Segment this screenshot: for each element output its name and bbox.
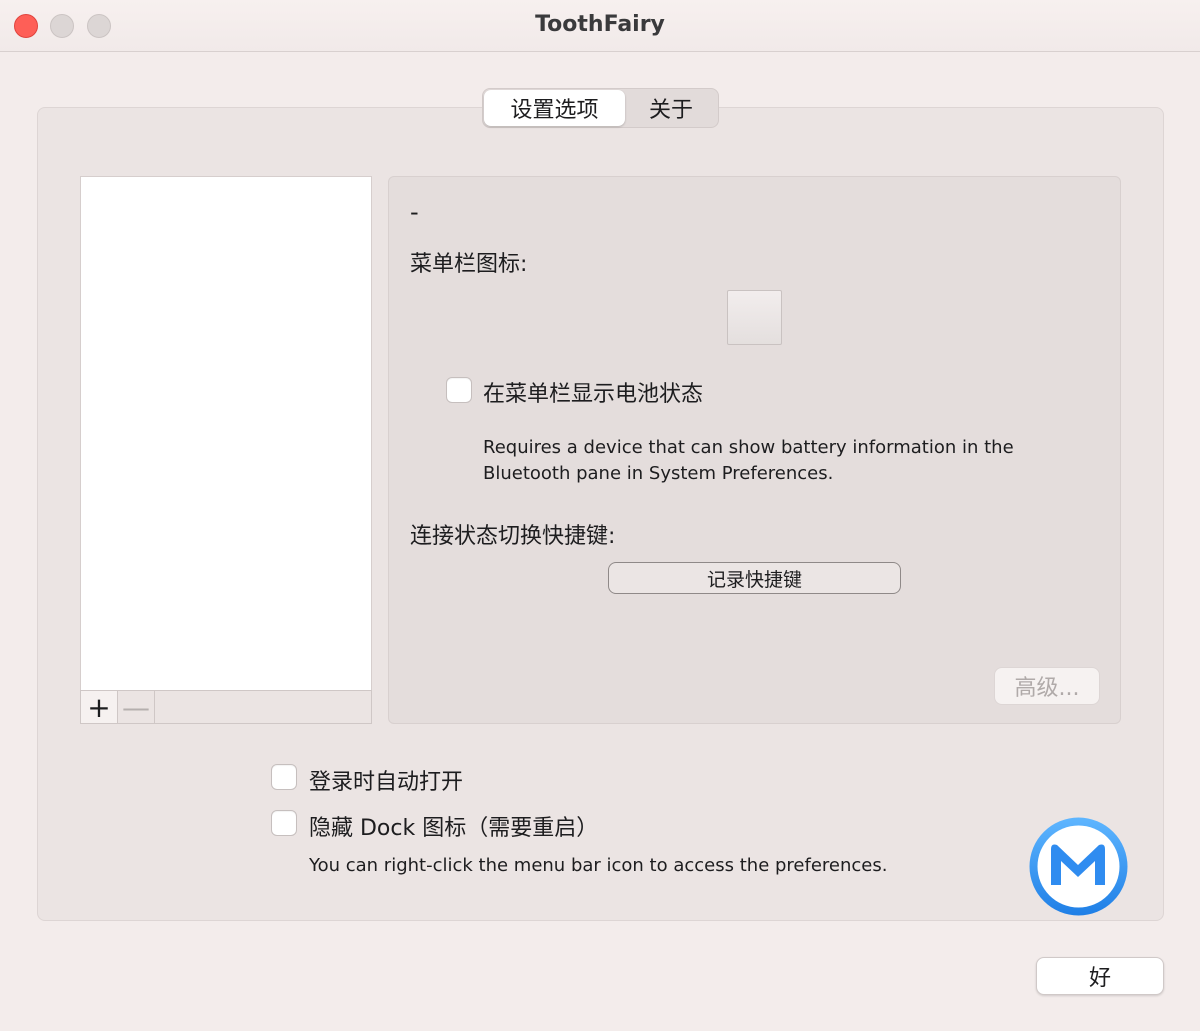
preferences-window: ToothFairy 设置选项 关于 + — - 菜单栏图标: 在菜单栏显示电池… [0, 0, 1200, 1031]
hide-dock-icon-checkbox[interactable] [271, 810, 297, 836]
menubar-icon-label: 菜单栏图标: [410, 252, 528, 277]
preferences-note: You can right-click the menu bar icon to… [309, 855, 888, 876]
show-battery-label[interactable]: 在菜单栏显示电池状态 [483, 376, 703, 408]
ok-button[interactable]: 好 [1036, 957, 1164, 995]
add-device-button[interactable]: + [81, 691, 118, 724]
device-name: - [410, 198, 419, 226]
advanced-button[interactable]: 高级... [994, 667, 1100, 705]
launch-at-login-label[interactable]: 登录时自动打开 [309, 764, 463, 796]
m-logo-icon [1027, 815, 1130, 918]
record-shortcut-button[interactable]: 记录快捷键 [608, 562, 901, 594]
window-title: ToothFairy [535, 12, 665, 37]
battery-note: Requires a device that can show battery … [483, 437, 1014, 484]
shortcut-label: 连接状态切换快捷键: [410, 524, 616, 549]
tab-about[interactable]: 关于 [625, 90, 717, 126]
hide-dock-icon-label[interactable]: 隐藏 Dock 图标（需要重启） [309, 810, 598, 842]
menubar-icon-well[interactable] [727, 290, 782, 345]
title-bar: ToothFairy [0, 0, 1200, 52]
tab-settings[interactable]: 设置选项 [484, 90, 625, 126]
remove-device-button[interactable]: — [118, 691, 155, 724]
show-battery-checkbox[interactable] [446, 377, 472, 403]
device-list[interactable] [80, 176, 372, 724]
device-list-toolbar: + — [80, 690, 372, 724]
launch-at-login-checkbox[interactable] [271, 764, 297, 790]
tab-bar: 设置选项 关于 [482, 88, 719, 128]
